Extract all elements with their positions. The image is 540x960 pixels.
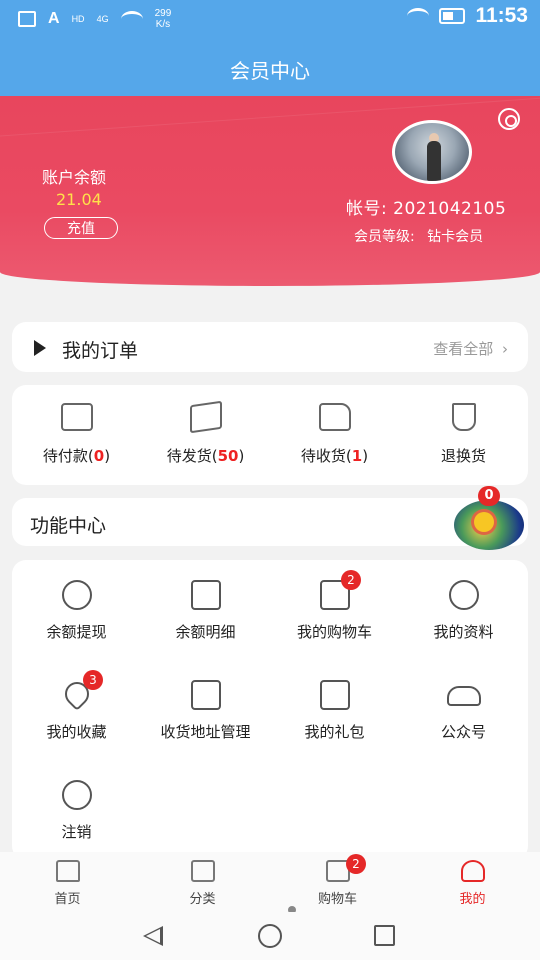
order-pending-payment[interactable]: 待付款(0) (12, 385, 141, 485)
qr-code-icon (319, 680, 350, 710)
account-label: 帐号: (346, 199, 388, 219)
level-value: 钻卡会员 (427, 229, 484, 245)
function-label: 注销 (61, 823, 92, 841)
tab-label: 购物车 (317, 892, 357, 907)
balance-value: 21.04 (56, 190, 102, 209)
clipboard-yuan-icon (190, 580, 221, 610)
order-status-row: 待付款(0) 待发货(50) 待收货(1) 退换货 (12, 385, 528, 485)
tab-label: 分类 (189, 892, 216, 907)
function-label: 我的礼包 (304, 723, 365, 741)
app-notification-icon: A (48, 10, 60, 27)
chevron-right-icon: › (502, 340, 508, 358)
order-label: 待收货(1) (300, 447, 369, 465)
floating-mascot-button[interactable]: 0 (452, 486, 524, 558)
function-center-header: 功能中心 (12, 498, 528, 546)
gear-icon[interactable] (498, 108, 520, 130)
avatar-figure (427, 141, 441, 181)
order-label: 退换货 (440, 447, 486, 465)
member-level: 会员等级: 钻卡会员 (354, 226, 483, 246)
my-profile-item[interactable]: 我的资料 (399, 560, 528, 650)
function-label: 余额提现 (46, 623, 107, 641)
order-pending-receipt[interactable]: 待收货(1) (270, 385, 399, 485)
tab-label: 首页 (54, 892, 81, 907)
address-management-item[interactable]: 收货地址管理 (141, 660, 270, 750)
battery-icon (439, 8, 466, 24)
order-returns[interactable]: 退换货 (399, 385, 528, 485)
view-all-label: 查看全部 (433, 340, 494, 358)
tab-cart[interactable]: 2 购物车 (270, 852, 405, 912)
function-label: 我的资料 (433, 623, 494, 641)
function-label: 我的购物车 (296, 623, 372, 641)
system-nav-bar (0, 912, 540, 960)
order-label: 待发货(50) (166, 447, 245, 465)
home-icon (55, 860, 80, 882)
recharge-button[interactable]: 充值 (44, 217, 118, 239)
gift-pack-item[interactable]: 我的礼包 (270, 660, 399, 750)
yuan-withdraw-icon (61, 580, 92, 610)
function-label: 余额明细 (175, 623, 236, 641)
balance-details-item[interactable]: 余额明细 (141, 560, 270, 650)
orders-title: 我的订单 (62, 340, 139, 362)
function-center-title: 功能中心 (30, 515, 107, 537)
tab-mine[interactable]: 我的 (405, 852, 540, 912)
favorites-item[interactable]: 3 我的收藏 (12, 660, 141, 750)
recent-apps-icon[interactable] (374, 925, 395, 946)
order-pending-shipment[interactable]: 待发货(50) (141, 385, 270, 485)
net-speed-unit: K/s (155, 19, 171, 30)
wifi-icon (120, 11, 143, 27)
official-account-item[interactable]: 公众号 (399, 660, 528, 750)
withdraw-balance-item[interactable]: 余额提现 (12, 560, 141, 650)
function-label: 公众号 (440, 723, 486, 741)
profile-header: 账户余额 21.04 充值 帐号: 2021042105 会员等级: 钻卡会员 (0, 96, 540, 286)
clock: 11:53 (475, 4, 528, 27)
star-icon (474, 512, 494, 532)
signal-icon (407, 8, 430, 24)
net-speed-value: 299 (154, 8, 172, 19)
truck-icon (318, 403, 351, 431)
hd-label: HD (71, 14, 85, 24)
tab-home[interactable]: 首页 (0, 852, 135, 912)
profile-icon (448, 580, 479, 610)
people-icon (446, 686, 481, 706)
view-all-orders-link[interactable]: 查看全部 › (433, 338, 508, 359)
balance-label: 账户余额 (42, 168, 107, 187)
truck-icon (190, 680, 221, 710)
cart-badge: 2 (341, 570, 361, 590)
gallery-icon (18, 11, 36, 27)
account-number: 帐号: 2021042105 (346, 194, 506, 219)
shopping-cart-item[interactable]: 2 我的购物车 (270, 560, 399, 650)
function-grid: 余额提现 余额明细 2 我的购物车 我的资料 3 我的收藏 收货地址管理 我的礼… (12, 560, 528, 860)
level-label: 会员等级: (354, 229, 415, 245)
play-icon (34, 340, 46, 356)
favorites-badge: 3 (83, 670, 103, 690)
tab-label: 我的 (459, 892, 486, 907)
avatar[interactable] (392, 120, 472, 184)
status-bar: A HD 4G 299 K/s 11:53 (0, 0, 540, 40)
user-icon (460, 860, 485, 882)
orders-header[interactable]: 我的订单 查看全部 › (12, 322, 528, 372)
category-icon (190, 860, 215, 882)
function-label: 收货地址管理 (160, 723, 251, 741)
logout-item[interactable]: 注销 (12, 760, 141, 850)
page-title: 会员中心 (0, 40, 540, 96)
plug-icon (451, 403, 476, 431)
id-card-icon (60, 403, 93, 431)
home-circle-icon[interactable] (258, 924, 282, 948)
cart-tab-badge: 2 (346, 854, 366, 874)
function-label: 我的收藏 (46, 723, 107, 741)
box-icon (189, 400, 222, 434)
tab-category[interactable]: 分类 (135, 852, 270, 912)
account-value: 2021042105 (393, 199, 507, 219)
net-speed: 299 K/s (155, 8, 172, 30)
logout-icon (61, 780, 92, 810)
back-icon[interactable] (143, 926, 163, 946)
network-type: 4G (96, 14, 109, 24)
order-label: 待付款(0) (42, 447, 111, 465)
floating-badge-count: 0 (478, 486, 500, 506)
bottom-nav: 首页 分类 2 购物车 我的 (0, 852, 540, 912)
